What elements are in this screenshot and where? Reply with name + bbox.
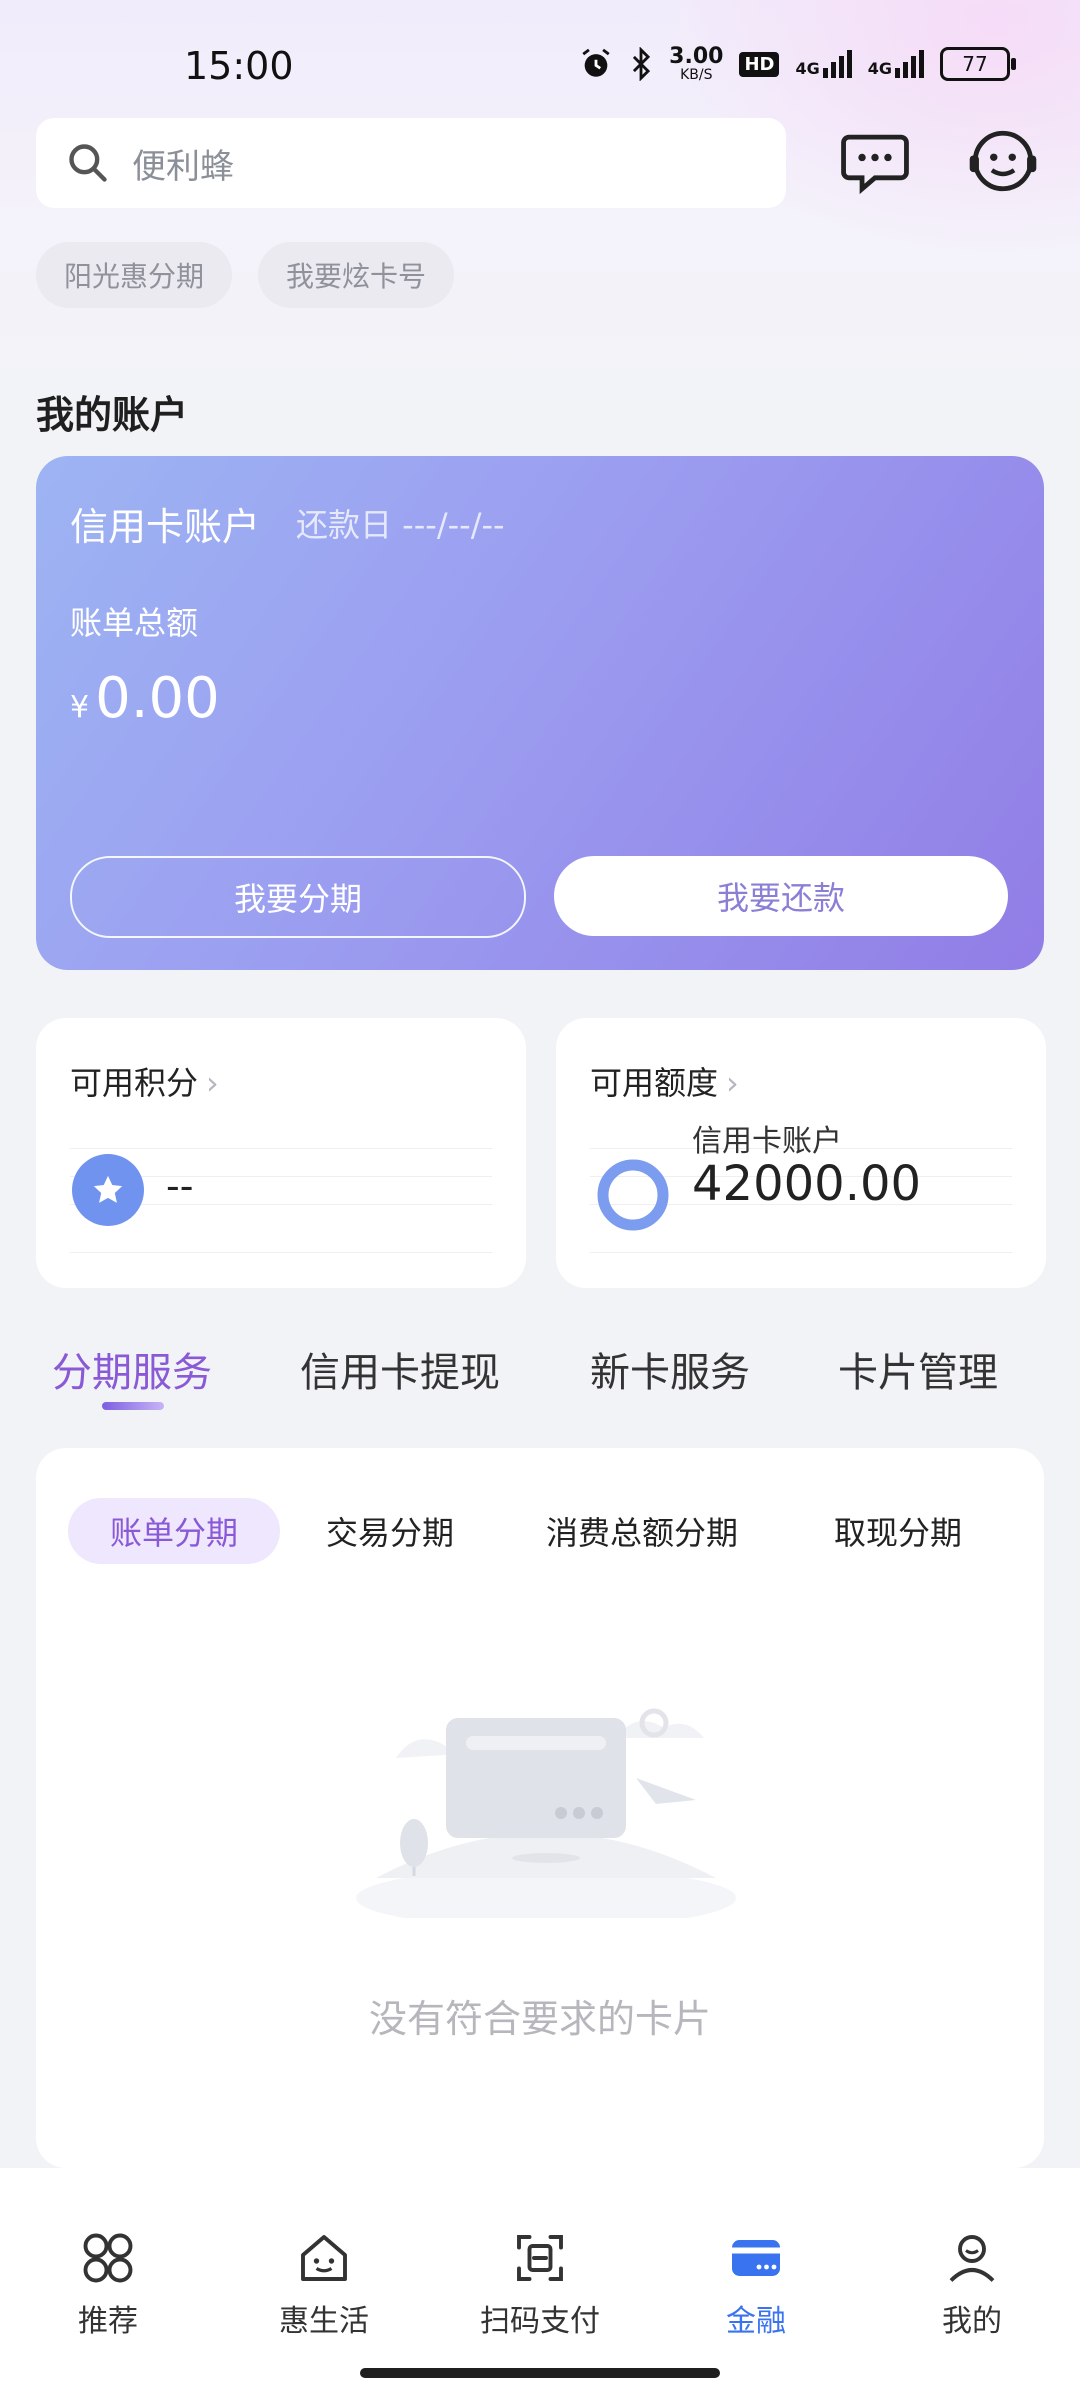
bill-total-label: 账单总额 (70, 604, 199, 642)
nav-mine[interactable]: 我的 (892, 2228, 1052, 2340)
credit-label: 可用额度 (590, 1064, 719, 1102)
empty-state-text: 没有符合要求的卡片 (368, 1997, 711, 2041)
grid-icon (83, 2233, 133, 2283)
status-icons: 3.00 KB/S HD 4G 4G 77 (579, 44, 1016, 83)
subtab-transaction-installment[interactable]: 交易分期 (326, 1498, 454, 1564)
nav-label-scan-pay: 扫码支付 (480, 2304, 600, 2339)
credit-label-row: 可用额度 › (590, 1058, 739, 1104)
subtab-total-spending-installment[interactable]: 消费总额分期 (546, 1498, 738, 1564)
points-label: 可用积分 (70, 1064, 199, 1102)
house-icon (301, 2235, 347, 2281)
credit-card-account-card: 信用卡账户 还款日 ---/--/-- 账单总额 ¥0.00 我要分期 我要还款 (36, 456, 1044, 970)
section-title: 我的账户 (36, 393, 189, 437)
divider (70, 1148, 492, 1149)
account-title: 信用卡账户 (70, 505, 261, 549)
chip-sunshine-installment[interactable]: 阳光惠分期 (36, 242, 233, 308)
installment-panel: 账单分期 交易分期 消费总额分期 取现分期 没有符合要求的卡片 (36, 1448, 1044, 2168)
points-value: -- (166, 1164, 194, 1208)
credit-value: 42000.00 (692, 1156, 922, 1212)
status-time: 15:00 (184, 44, 294, 88)
tab-installment-service[interactable]: 分期服务 (52, 1340, 212, 1398)
signal-1: 4G (795, 50, 852, 78)
speed-unit: KB/S (680, 67, 713, 83)
nav-label-mine: 我的 (942, 2304, 1002, 2339)
amount-value: 0.00 (95, 666, 220, 731)
tab-card-management[interactable]: 卡片管理 (838, 1340, 998, 1398)
scan-icon (517, 2235, 563, 2281)
due-date: 还款日 ---/--/-- (296, 506, 505, 544)
credit-limit-card[interactable]: 可用额度 › 信用卡账户 42000.00 (556, 1018, 1046, 1288)
divider (590, 1252, 1012, 1253)
star-icon (72, 1154, 144, 1226)
nav-finance[interactable]: 金融 (676, 2228, 836, 2340)
tab-indicator (102, 1402, 164, 1410)
search-icon (69, 144, 107, 182)
nav-scan-pay[interactable]: 扫码支付 (460, 2228, 620, 2340)
bluetooth-icon (633, 47, 651, 81)
network-type-2: 4G (867, 59, 892, 78)
card-icon (732, 2240, 780, 2276)
credit-sub-label: 信用卡账户 (692, 1124, 842, 1159)
repay-button[interactable]: 我要还款 (554, 856, 1008, 936)
alarm-icon (582, 48, 610, 77)
points-card[interactable]: 可用积分 › -- (36, 1018, 526, 1288)
hd-badge: HD (739, 51, 780, 77)
currency-symbol: ¥ (70, 690, 90, 725)
tab-new-card-service[interactable]: 新卡服务 (590, 1340, 750, 1398)
chevron-right-icon: › (726, 1064, 739, 1102)
battery-level: 77 (962, 52, 988, 76)
network-speed: 3.00 KB/S (669, 44, 724, 83)
signal-2: 4G (868, 50, 924, 78)
ring-icon (596, 1158, 670, 1232)
bill-total-amount: ¥0.00 (70, 666, 220, 731)
nav-label-recommend: 推荐 (78, 2304, 138, 2339)
nav-life[interactable]: 惠生活 (244, 2228, 404, 2340)
home-indicator[interactable] (360, 2368, 720, 2378)
customer-service-icon[interactable] (966, 124, 1040, 198)
divider (70, 1252, 492, 1253)
tab-credit-card-cash[interactable]: 信用卡提现 (300, 1340, 500, 1398)
search-placeholder: 便利蜂 (132, 146, 234, 187)
speed-value: 3.00 (669, 44, 724, 69)
nav-recommend[interactable]: 推荐 (28, 2228, 188, 2340)
search-bar[interactable]: 便利蜂 (36, 118, 786, 208)
chip-show-card-number[interactable]: 我要炫卡号 (258, 242, 455, 308)
points-label-row: 可用积分 › (70, 1058, 219, 1104)
message-icon[interactable] (838, 126, 912, 200)
user-icon (949, 2235, 995, 2282)
nav-label-finance: 金融 (726, 2304, 786, 2339)
subtab-cash-installment[interactable]: 取现分期 (834, 1498, 962, 1564)
nav-label-life: 惠生活 (279, 2304, 369, 2339)
empty-card-illustration (356, 1708, 736, 1918)
subtab-bill-installment[interactable]: 账单分期 (68, 1498, 281, 1564)
chevron-right-icon: › (206, 1064, 219, 1102)
battery-icon: 77 (940, 47, 1016, 81)
bottom-navigation: 推荐 惠生活 扫码支付 金融 我的 (0, 2168, 1080, 2400)
network-type-1: 4G (795, 59, 820, 78)
installment-button[interactable]: 我要分期 (70, 856, 526, 938)
